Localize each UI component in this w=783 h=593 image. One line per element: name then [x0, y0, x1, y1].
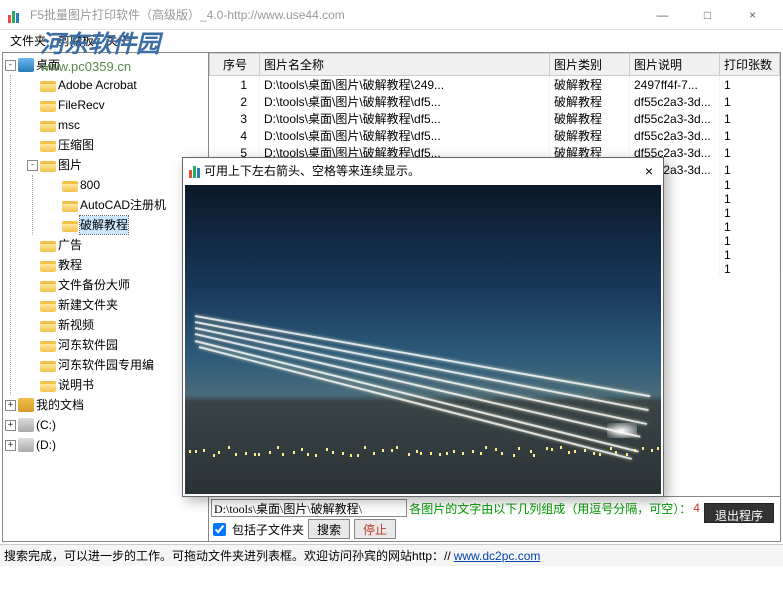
folder-icon: [40, 161, 56, 172]
tree-drive-c[interactable]: (C:): [36, 416, 56, 434]
desktop-icon: [18, 58, 34, 72]
path-input[interactable]: [211, 499, 407, 517]
folder-icon: [62, 181, 78, 192]
tree-item[interactable]: 800: [80, 176, 100, 194]
tree-item[interactable]: 广告: [58, 236, 82, 254]
table-row[interactable]: 1D:\tools\桌面\图片\破解教程\249...破解教程2497ff4f-…: [210, 76, 780, 94]
search-button[interactable]: 搜索: [308, 519, 350, 539]
tree-item[interactable]: 教程: [58, 256, 82, 274]
folder-icon: [62, 221, 78, 232]
tree-item[interactable]: FileRecv: [58, 96, 105, 114]
tree-item[interactable]: 新建文件夹: [58, 296, 118, 314]
app-icon: [8, 7, 24, 23]
stop-button[interactable]: 停止: [354, 519, 396, 539]
folder-icon: [40, 301, 56, 312]
th-category[interactable]: 图片类别: [550, 54, 630, 76]
tree-item[interactable]: 河东软件园专用编: [58, 356, 154, 374]
folder-icon: [40, 281, 56, 292]
menu-about[interactable]: 关于: [102, 30, 134, 50]
compose-value: 4: [693, 501, 700, 515]
tree-item[interactable]: Adobe Acrobat: [58, 76, 137, 94]
tree-item[interactable]: 文件备份大师: [58, 276, 130, 294]
folder-icon: [40, 321, 56, 332]
folder-icon: [40, 381, 56, 392]
th-count[interactable]: 打印张数: [720, 54, 780, 76]
folder-icon: [40, 361, 56, 372]
tree-item-selected[interactable]: 破解教程: [80, 216, 128, 234]
folder-tree[interactable]: -桌面 Adobe Acrobat FileRecv msc 压缩图 -图片 8…: [3, 53, 209, 541]
folder-icon: [40, 81, 56, 92]
tree-item[interactable]: 河东软件园: [58, 336, 118, 354]
th-description[interactable]: 图片说明: [630, 54, 720, 76]
bottom-bar: 各图片的文字由以下几列组成（用逗号分隔，可空）： 4 包括子文件夹 搜索 停止 …: [209, 496, 780, 541]
drive-icon: [18, 418, 34, 432]
close-button[interactable]: ×: [730, 0, 775, 30]
menu-clipboard[interactable]: 剪贴板: [54, 30, 98, 50]
folder-icon: [40, 121, 56, 132]
th-index[interactable]: 序号: [210, 54, 260, 76]
table-row[interactable]: 3D:\tools\桌面\图片\破解教程\df5...破解教程df55c2a3-…: [210, 110, 780, 127]
tree-item[interactable]: 压缩图: [58, 136, 94, 154]
folder-icon: [40, 101, 56, 112]
include-subfolders-label: 包括子文件夹: [232, 521, 304, 538]
drive-icon: [18, 438, 34, 452]
tree-desktop[interactable]: 桌面: [36, 56, 60, 74]
menubar: 文件夹 剪贴板 关于: [0, 30, 783, 50]
tree-item[interactable]: AutoCAD注册机: [80, 196, 166, 214]
minimize-button[interactable]: —: [640, 0, 685, 30]
tree-mydocs[interactable]: 我的文档: [36, 396, 84, 414]
tree-drive-d[interactable]: (D:): [36, 436, 56, 454]
table-row[interactable]: 4D:\tools\桌面\图片\破解教程\df5...破解教程df55c2a3-…: [210, 127, 780, 144]
preview-image: [185, 185, 661, 494]
preview-title: 可用上下左右箭头、空格等来连续显示。: [204, 162, 637, 179]
maximize-button[interactable]: □: [685, 0, 730, 30]
folder-icon: [40, 261, 56, 272]
preview-dialog[interactable]: 可用上下左右箭头、空格等来连续显示。 ×: [182, 157, 664, 497]
status-text: 搜索完成，可以进一步的工作。可拖动文件夹进列表框。欢迎访问孙宾的网站http：/…: [4, 549, 451, 563]
compose-label: 各图片的文字由以下几列组成（用逗号分隔，可空）：: [409, 500, 691, 517]
menu-file[interactable]: 文件夹: [6, 30, 50, 50]
documents-icon: [18, 398, 34, 412]
folder-icon: [62, 201, 78, 212]
table-row[interactable]: 2D:\tools\桌面\图片\破解教程\df5...破解教程df55c2a3-…: [210, 93, 780, 110]
folder-icon: [40, 141, 56, 152]
status-link[interactable]: www.dc2pc.com: [454, 549, 541, 563]
folder-icon: [40, 341, 56, 352]
tree-item[interactable]: 新视频: [58, 316, 94, 334]
preview-close-button[interactable]: ×: [641, 163, 657, 179]
exit-button[interactable]: 退出程序: [704, 503, 774, 523]
tree-item[interactable]: 说明书: [58, 376, 94, 394]
tree-item[interactable]: msc: [58, 116, 80, 134]
titlebar: F5批量图片打印软件（高级版）_4.0-http://www.use44.com…: [0, 0, 783, 30]
th-name[interactable]: 图片名全称: [260, 54, 550, 76]
status-bar: 搜索完成，可以进一步的工作。可拖动文件夹进列表框。欢迎访问孙宾的网站http：/…: [0, 544, 783, 566]
include-subfolders-checkbox[interactable]: [213, 523, 226, 536]
tree-item[interactable]: 图片: [58, 156, 82, 174]
dialog-icon: [189, 164, 200, 178]
folder-icon: [40, 241, 56, 252]
window-title: F5批量图片打印软件（高级版）_4.0-http://www.use44.com: [30, 6, 640, 23]
